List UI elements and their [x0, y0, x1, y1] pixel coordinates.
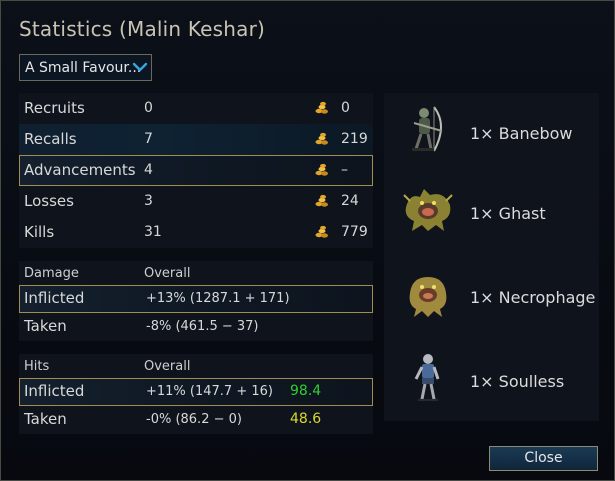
dialog-title: Statistics (Malin Keshar): [19, 17, 266, 41]
statistics-dialog: Statistics (Malin Keshar) A Small Favour…: [0, 0, 615, 481]
hits-taken-expected: 48.6: [290, 411, 322, 427]
gold-icon: [315, 132, 328, 145]
hits-section: Hits Overall Inflicted +11% (147.7 + 16)…: [19, 354, 373, 434]
damage-inflicted-value: +13% (1287.1 + 171): [146, 291, 290, 306]
gold-icon: [315, 101, 328, 114]
damage-header-label: Damage: [24, 266, 79, 281]
row-gold: 0: [341, 100, 350, 116]
hits-taken-row[interactable]: Taken -0% (86.2 − 0) 48.6: [19, 406, 373, 434]
row-count: 7: [144, 131, 153, 147]
hits-taken-label: Taken: [24, 410, 67, 428]
damage-inflicted-row[interactable]: Inflicted +13% (1287.1 + 171): [19, 285, 373, 313]
unit-name: 1× Ghast: [470, 204, 546, 223]
gold-icon: [315, 225, 328, 238]
necrophage-icon: [409, 277, 447, 317]
row-label: Kills: [24, 223, 55, 241]
row-gold: 24: [341, 193, 359, 209]
hits-header: Hits Overall: [19, 354, 373, 378]
list-item[interactable]: 1× Necrophage: [384, 257, 599, 337]
hits-inflicted-label: Inflicted: [24, 382, 85, 400]
row-label: Losses: [24, 192, 74, 210]
row-count: 3: [144, 193, 153, 209]
table-row[interactable]: Recruits 0 0: [19, 93, 373, 124]
damage-taken-value: -8% (461.5 − 37): [146, 319, 259, 334]
hits-inflicted-expected: 98.4: [290, 383, 322, 399]
close-button[interactable]: Close: [489, 446, 598, 471]
list-item[interactable]: 1× Banebow: [384, 93, 599, 173]
row-gold: 219: [341, 131, 368, 147]
damage-taken-row[interactable]: Taken -8% (461.5 − 37): [19, 313, 373, 341]
table-row[interactable]: Losses 3 24: [19, 186, 373, 217]
row-count: 4: [144, 162, 153, 178]
hits-taken-value: -0% (86.2 − 0): [146, 412, 242, 427]
damage-header-overall: Overall: [144, 266, 191, 281]
hits-header-overall: Overall: [144, 359, 191, 374]
dropdown-value: A Small Favour...: [25, 60, 142, 76]
gold-icon: [315, 194, 328, 207]
ghast-icon: [403, 189, 453, 231]
table-row[interactable]: Kills 31 779: [19, 217, 373, 248]
hits-inflicted-row[interactable]: Inflicted +11% (147.7 + 16) 98.4: [19, 378, 373, 406]
scenario-dropdown[interactable]: A Small Favour...: [19, 54, 152, 81]
row-count: 31: [144, 224, 162, 240]
unit-name: 1× Necrophage: [470, 288, 596, 307]
damage-inflicted-label: Inflicted: [24, 289, 85, 307]
hits-inflicted-value: +11% (147.7 + 16): [146, 384, 273, 399]
unit-name: 1× Soulless: [470, 372, 565, 391]
soulless-icon: [414, 354, 440, 401]
summary-section: Recruits 0 0 Recalls 7 219 Advancements …: [19, 93, 373, 248]
statistics-table: Recruits 0 0 Recalls 7 219 Advancements …: [19, 93, 373, 434]
damage-section: Damage Overall Inflicted +13% (1287.1 + …: [19, 261, 373, 341]
row-label: Recalls: [24, 130, 77, 148]
banebow-icon: [412, 106, 443, 152]
damage-header: Damage Overall: [19, 261, 373, 285]
list-item[interactable]: 1× Ghast: [384, 173, 599, 253]
hits-header-label: Hits: [24, 359, 50, 374]
chevron-down-icon: [132, 62, 148, 72]
row-count: 0: [144, 100, 153, 116]
table-row[interactable]: Recalls 7 219: [19, 124, 373, 155]
table-row-selected[interactable]: Advancements 4 –: [19, 155, 373, 186]
row-label: Recruits: [24, 99, 85, 117]
gold-icon: [315, 163, 328, 176]
row-gold: –: [341, 162, 348, 178]
row-gold: 779: [341, 224, 368, 240]
list-item[interactable]: 1× Soulless: [384, 341, 599, 421]
units-list: 1× Banebow 1× Ghast 1× Necrophage 1× Sou…: [384, 93, 599, 421]
unit-name: 1× Banebow: [470, 124, 573, 143]
damage-taken-label: Taken: [24, 317, 67, 335]
row-label: Advancements: [24, 161, 136, 179]
